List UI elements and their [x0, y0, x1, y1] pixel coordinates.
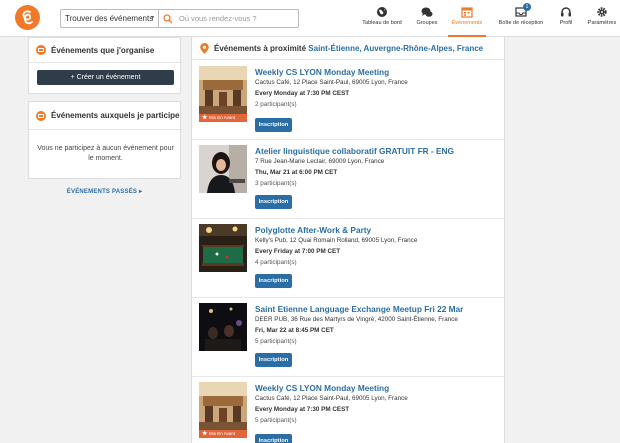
event-address: Kelly's Pub, 12 Quai Romain Rolland, 690… [255, 237, 418, 244]
chat-bubbles-icon [421, 7, 433, 17]
organized-events-title: Événements que j'organise [29, 38, 180, 63]
nav-inbox[interactable]: 1 Boîte de réception [494, 0, 548, 37]
nearby-events-panel: Événements à proximité Saint-Étienne, Au… [191, 37, 505, 443]
event-photo[interactable] [199, 382, 247, 430]
event-participants: 4 participant(s) [255, 259, 297, 266]
register-button[interactable]: Inscription [255, 434, 292, 443]
location-search-input[interactable] [179, 12, 294, 25]
event-photo[interactable] [199, 303, 247, 351]
organized-events-title-text: Événements que j'organise [51, 46, 155, 55]
calendar-icon [36, 111, 46, 121]
event-time: Every Monday at 7:30 PM CEST [255, 90, 350, 97]
top-navigation-bar: Trouver des événements ▾ Tableau de bord… [0, 0, 620, 37]
nav-profile[interactable]: Profil [555, 0, 577, 37]
chevron-right-icon: ▸ [138, 189, 143, 195]
nav-groups[interactable]: Groupes [411, 0, 443, 37]
nav-events-label: Événements [451, 20, 483, 26]
event-time: Every Friday at 7:00 PM CET [255, 248, 341, 255]
event-photo[interactable] [199, 224, 247, 272]
event-address: DEER PUB, 36 Rue des Martyrs de Vingré, … [255, 316, 458, 323]
event-title-link[interactable]: Weekly CS LYON Monday Meeting [255, 383, 389, 393]
nearby-events-title: Événements à proximité Saint-Étienne, Au… [192, 37, 504, 60]
star-icon: ★ [202, 431, 208, 437]
event-title-link[interactable]: Atelier linguistique collaboratif GRATUI… [255, 146, 454, 156]
event-address: Cactus Café, 12 Place Saint-Paul, 69005 … [255, 395, 408, 402]
featured-badge: ★ Mis En Avant [199, 430, 247, 438]
no-events-message: Vous ne participez à aucun événement pou… [37, 145, 174, 162]
nav-settings[interactable]: Paramètres [585, 0, 619, 37]
featured-badge-label: Mis En Avant [209, 115, 236, 120]
location-search[interactable] [159, 9, 299, 28]
event-time: Fri, Mar 22 at 8:45 PM CET [255, 327, 334, 334]
inbox-icon: 1 [515, 3, 531, 18]
event-time: Thu, Mar 21 at 6:00 PM CET [255, 169, 338, 176]
nav-dashboard-label: Tableau de bord [362, 20, 402, 26]
calendar-icon [461, 7, 473, 18]
event-address: Cactus Café, 12 Place Saint-Paul, 69005 … [255, 79, 408, 86]
star-icon: ★ [202, 115, 208, 121]
register-button[interactable]: Inscription [255, 353, 292, 367]
nav-events[interactable]: Événements [448, 0, 486, 37]
event-item: Saint Etienne Language Exchange Meetup F… [192, 298, 504, 377]
nav-inbox-label: Boîte de réception [498, 20, 544, 26]
event-participants: 5 participant(s) [255, 338, 297, 345]
event-title-link[interactable]: Polyglotte After-Work & Party [255, 225, 371, 235]
event-item: ★ Mis En Avant Weekly CS LYON Monday Meet… [192, 377, 504, 443]
event-title-link[interactable]: Saint Etienne Language Exchange Meetup F… [255, 304, 463, 314]
gear-icon [597, 7, 607, 17]
featured-badge: ★ Mis En Avant [199, 114, 247, 122]
globe-icon [377, 7, 387, 17]
register-button[interactable]: Inscription [255, 118, 292, 132]
past-events-link[interactable]: ÉVÉNEMENTS PASSÉS ▸ [28, 188, 181, 195]
participating-events-title-text: Événements auxquels je participe [51, 111, 180, 120]
event-item: ★ Mis En Avant Weekly CS LYON Monday Meet… [192, 61, 504, 140]
event-item: Atelier linguistique collaboratif GRATUI… [192, 140, 504, 219]
event-photo[interactable] [199, 145, 247, 193]
event-item: Polyglotte After-Work & Party Kelly's Pu… [192, 219, 504, 298]
page-scrollbar[interactable] [612, 37, 620, 443]
create-event-button[interactable]: + Créer un événement [37, 70, 174, 85]
inbox-badge: 1 [523, 3, 531, 11]
featured-badge-label: Mis En Avant [209, 431, 236, 436]
register-button[interactable]: Inscription [255, 274, 292, 288]
organized-events-card: Événements que j'organise + Créer un évé… [28, 37, 181, 94]
nav-groups-label: Groupes [416, 20, 438, 26]
chevron-down-icon: ▾ [150, 15, 154, 21]
event-participants: 5 participant(s) [255, 417, 297, 424]
nav-settings-label: Paramètres [587, 20, 617, 26]
find-events-dropdown-label: Trouver des événements [65, 14, 154, 23]
headset-icon [561, 7, 571, 17]
event-participants: 2 participant(s) [255, 101, 297, 108]
participating-events-card: Événements auxquels je participe Vous ne… [28, 101, 181, 179]
find-events-dropdown[interactable]: Trouver des événements ▾ [60, 9, 159, 28]
couchsurfing-logo-icon[interactable] [15, 5, 40, 30]
event-participants: 3 participant(s) [255, 180, 297, 187]
event-time: Every Monday at 7:30 PM CEST [255, 406, 350, 413]
event-photo[interactable] [199, 66, 247, 114]
search-icon [163, 14, 173, 24]
event-address: 7 Rue Jean-Marie Leclair, 69009 Lyon, Fr… [255, 158, 385, 165]
participating-events-title: Événements auxquels je participe [29, 102, 180, 130]
nearby-location-link[interactable]: Saint-Étienne, Auvergne-Rhône-Alpes, Fra… [308, 44, 483, 53]
calendar-icon [36, 45, 46, 55]
nearby-events-title-text: Événements à proximité [214, 44, 307, 53]
register-button[interactable]: Inscription [255, 195, 292, 209]
past-events-link-text: ÉVÉNEMENTS PASSÉS [66, 189, 138, 195]
nav-dashboard[interactable]: Tableau de bord [358, 0, 406, 37]
event-title-link[interactable]: Weekly CS LYON Monday Meeting [255, 67, 389, 77]
location-pin-icon [200, 43, 209, 54]
nav-profile-label: Profil [559, 20, 573, 26]
